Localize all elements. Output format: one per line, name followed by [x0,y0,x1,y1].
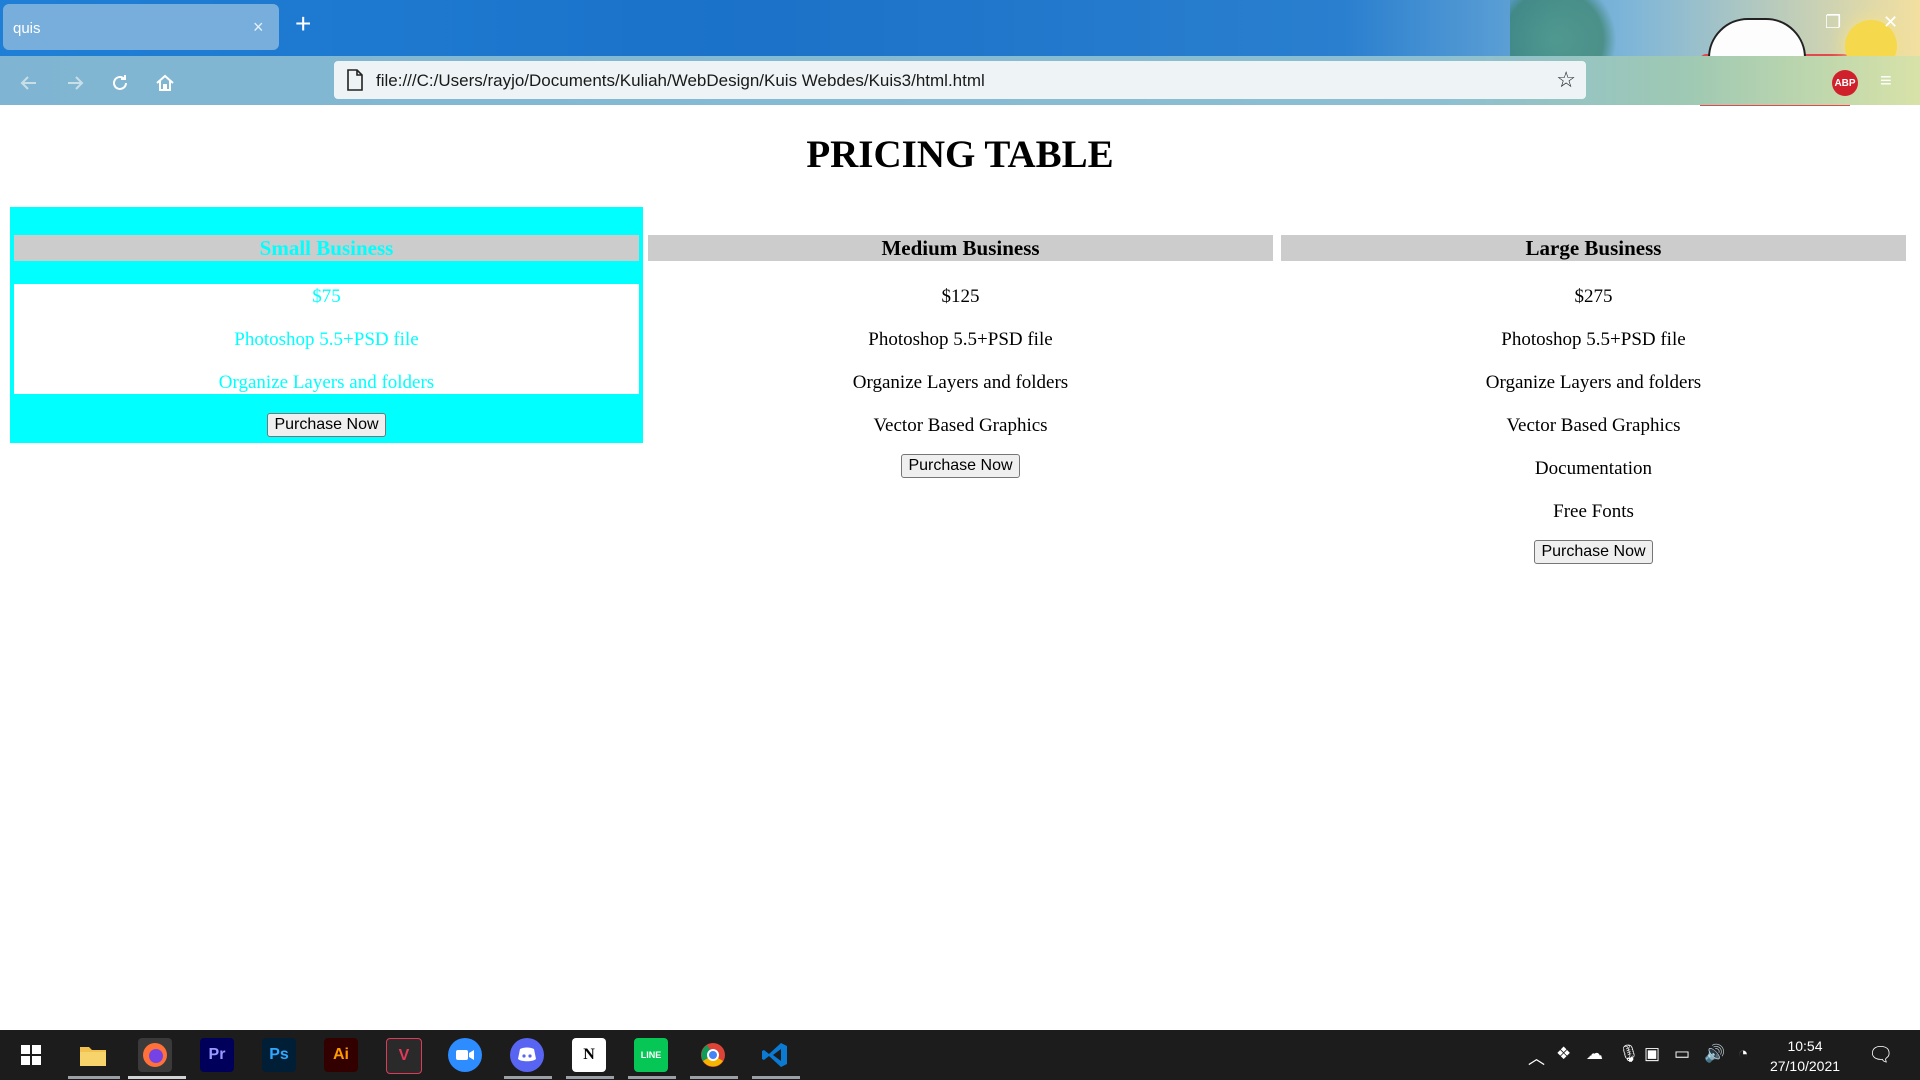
clock-date: 27/10/2021 [1769,1058,1841,1074]
illustrator-icon[interactable]: Ai [324,1038,358,1072]
page-content: PRICING TABLE Small Business $75 Photosh… [0,106,1920,1030]
tab-close-icon[interactable]: × [253,17,264,38]
purchase-now-button[interactable]: Purchase Now [901,454,1020,478]
plan-feature: Organize Layers and folders [218,372,435,393]
file-explorer-icon[interactable] [76,1038,110,1072]
restore-window-icon[interactable]: ❐ [1825,12,1841,33]
purchase-now-button[interactable]: Purchase Now [1534,540,1653,564]
windows-start-icon[interactable] [14,1038,48,1072]
clock-time: 10:54 [1787,1038,1823,1054]
system-clock[interactable]: 10:54 27/10/2021 [1760,1036,1850,1076]
dropbox-icon[interactable]: ❖ [1556,1044,1571,1064]
address-bar[interactable]: file:///C:/Users/rayjo/Documents/Kuliah/… [334,61,1586,99]
purchase-button-wrap: Purchase Now [648,454,1273,478]
browser-tab-active[interactable]: quis × [3,4,279,50]
vscode-indicator [752,1076,800,1079]
back-icon[interactable] [14,68,44,98]
discord-icon[interactable] [510,1038,544,1072]
chrome-icon[interactable] [696,1038,730,1072]
premiere-pro-icon[interactable]: Pr [200,1038,234,1072]
firefox-indicator [128,1076,186,1079]
photoshop-icon[interactable]: Ps [262,1038,296,1072]
plan-features: $275 Photoshop 5.5+PSD file Organize Lay… [1281,284,1906,564]
purchase-button-wrap: Purchase Now [1281,540,1906,564]
page-title: PRICING TABLE [806,133,1114,176]
home-icon[interactable] [150,68,180,98]
battery-icon[interactable]: ▭ [1674,1044,1690,1064]
show-hidden-icons-icon[interactable]: ︿ [1528,1044,1545,1069]
notion-icon[interactable]: N [572,1038,606,1072]
notion-indicator [566,1076,614,1079]
new-tab-button[interactable]: + [295,10,311,38]
purchase-now-button[interactable]: Purchase Now [267,413,386,437]
plan-price: $125 [941,286,980,307]
plan-price: $75 [312,286,341,307]
microphone-icon[interactable]: 🎙 [1618,1044,1640,1064]
plan-feature: Vector Based Graphics [873,415,1048,436]
purchase-button-wrap: Purchase Now [10,413,643,437]
tab-title: quis [13,20,41,37]
plan-name: Medium Business [648,235,1273,261]
wifi-icon[interactable]: ◔ [1738,1044,1748,1064]
plan-feature: Photoshop 5.5+PSD file [1501,329,1686,350]
zoom-icon[interactable] [448,1038,482,1072]
close-window-icon[interactable]: ✕ [1883,12,1898,33]
adblock-plus-icon[interactable]: ABP [1832,70,1858,96]
plan-name: Large Business [1281,235,1906,261]
menu-icon[interactable]: ≡ [1880,70,1892,93]
plan-features: $125 Photoshop 5.5+PSD file Organize Lay… [648,284,1273,478]
line-icon[interactable]: LINE [634,1038,668,1072]
url-text: file:///C:/Users/rayjo/Documents/Kuliah/… [376,71,985,90]
volume-icon[interactable]: 🔊 [1704,1044,1725,1064]
plan-price: $275 [1574,286,1613,307]
firefox-icon[interactable] [138,1038,172,1072]
page-icon [346,69,364,96]
windows-taskbar: Pr Ps Ai V N LINE ︿ ❖ ☁ 🎙 ▣ ▭ 🔊 ◔ 10:54 … [0,1030,1920,1080]
chrome-indicator [690,1076,738,1079]
action-center-app-icon[interactable]: ▣ [1644,1044,1660,1064]
vscode-icon[interactable] [758,1038,792,1072]
file-explorer-indicator [68,1076,120,1079]
plan-feature: Documentation [1534,458,1653,479]
plan-feature: Organize Layers and folders [852,372,1069,393]
line-indicator [628,1076,676,1079]
bookmark-star-icon[interactable]: ☆ [1556,67,1576,93]
notifications-icon[interactable]: 🗨 [1868,1042,1893,1067]
plan-feature: Free Fonts [1553,501,1634,522]
discord-indicator [504,1076,552,1079]
plan-feature: Organize Layers and folders [1485,372,1702,393]
plan-name: Small Business [14,235,639,261]
onedrive-icon[interactable]: ☁ [1586,1044,1603,1064]
vectorian-icon[interactable]: V [386,1038,422,1074]
plan-feature: Vector Based Graphics [1506,415,1681,436]
plan-small-business: Small Business $75 Photoshop 5.5+PSD fil… [10,207,643,443]
plan-feature: Photoshop 5.5+PSD file [234,329,419,350]
plan-feature: Photoshop 5.5+PSD file [868,329,1053,350]
reload-icon[interactable] [105,68,135,98]
plan-features: $75 Photoshop 5.5+PSD file Organize Laye… [14,284,639,394]
forward-icon[interactable] [60,68,90,98]
